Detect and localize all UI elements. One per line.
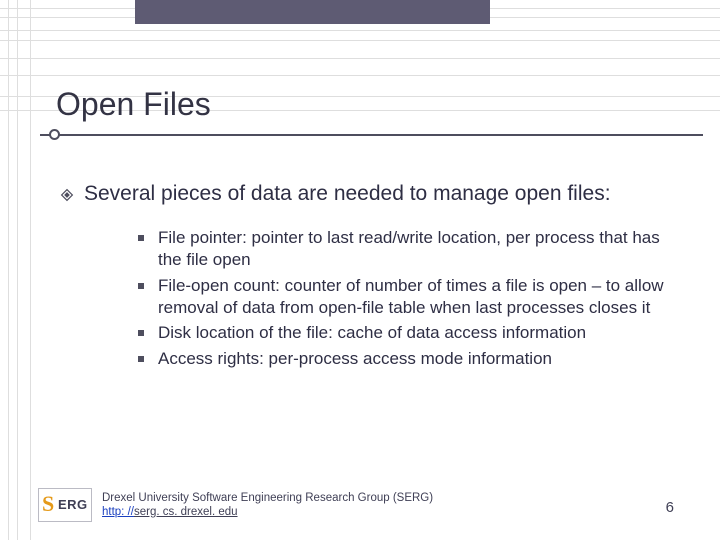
sub-bullet-text: File-open count: counter of number of ti… bbox=[158, 275, 680, 319]
main-bullet: Several pieces of data are needed to man… bbox=[60, 180, 680, 207]
title-dot-icon bbox=[49, 129, 60, 140]
sub-bullet: File-open count: counter of number of ti… bbox=[138, 275, 680, 319]
square-bullet-icon bbox=[138, 330, 144, 336]
top-accent-bar bbox=[135, 0, 490, 24]
footer: S ERG Drexel University Software Enginee… bbox=[38, 488, 680, 522]
footer-link-prefix[interactable]: http: // bbox=[102, 506, 134, 518]
sub-bullet-text: Disk location of the file: cache of data… bbox=[158, 322, 586, 344]
sub-bullet: File pointer: pointer to last read/write… bbox=[138, 227, 680, 271]
footer-text: Drexel University Software Engineering R… bbox=[102, 491, 433, 520]
slide-number: 6 bbox=[666, 499, 674, 516]
sub-bullet: Disk location of the file: cache of data… bbox=[138, 322, 680, 344]
main-bullet-text: Several pieces of data are needed to man… bbox=[84, 180, 611, 207]
serg-logo: S ERG bbox=[38, 488, 92, 522]
square-bullet-icon bbox=[138, 356, 144, 362]
title-underline bbox=[40, 134, 703, 136]
square-bullet-icon bbox=[138, 235, 144, 241]
square-bullet-icon bbox=[138, 283, 144, 289]
diamond-bullet-icon bbox=[60, 188, 74, 202]
logo-s: S bbox=[42, 493, 54, 515]
content-area: Several pieces of data are needed to man… bbox=[60, 180, 680, 374]
sub-bullet-text: File pointer: pointer to last read/write… bbox=[158, 227, 680, 271]
footer-url: http: //serg. cs. drexel. edu bbox=[102, 505, 433, 519]
sub-bullet-list: File pointer: pointer to last read/write… bbox=[138, 227, 680, 370]
footer-link-rest[interactable]: serg. cs. drexel. edu bbox=[134, 506, 238, 518]
slide-title: Open Files bbox=[56, 86, 211, 123]
footer-org: Drexel University Software Engineering R… bbox=[102, 491, 433, 505]
logo-erg: ERG bbox=[58, 497, 88, 512]
sub-bullet: Access rights: per-process access mode i… bbox=[138, 348, 680, 370]
sub-bullet-text: Access rights: per-process access mode i… bbox=[158, 348, 552, 370]
